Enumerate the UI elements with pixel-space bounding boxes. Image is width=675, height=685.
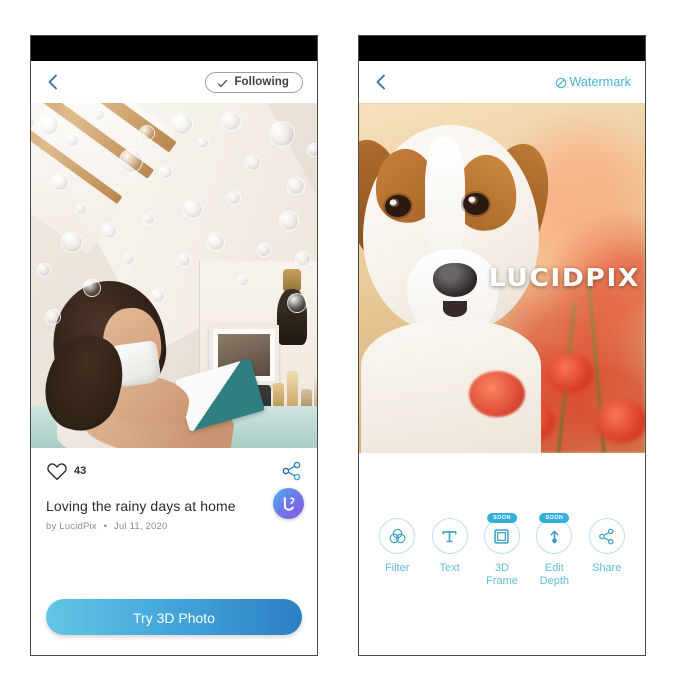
bubble [123,253,135,265]
soon-badge: SOON [487,513,517,523]
photo-poppy-front [469,371,525,417]
bubble [39,115,59,135]
tool-3d-frame[interactable]: SOON 3D Frame [476,513,528,587]
bubble [37,263,51,277]
depth-arrow-icon [545,527,564,546]
feed-nav-bar: Following [31,61,317,103]
watermark-toggle-button[interactable]: Watermark [555,75,631,89]
tool-label: Edit Depth [540,562,569,587]
photo-dog-blaze [425,137,465,257]
tool-label: 3D Frame [486,562,518,587]
bubble [171,113,193,135]
tool-label: Text [439,562,460,574]
feed-phone-frame: Following 43 Loving the rainy days at ho… [30,35,318,656]
frame-icon [492,527,511,546]
tool-label: Filter [384,562,410,574]
like-count: 43 [74,465,87,477]
photo-dog-mouth [443,301,467,317]
soon-badge: SOON [539,513,570,523]
photo-poppy [595,399,645,443]
bubble [143,213,155,225]
bubble [183,199,203,219]
status-bar [31,36,317,61]
feed-photo[interactable] [31,103,317,448]
bubble [93,109,105,121]
tool-filter[interactable]: Filter [371,518,423,575]
post-byline: by LucidPix • Jul 11, 2020 [46,521,302,532]
bubble [221,111,241,131]
byline-prefix: by [46,521,57,532]
bubble [177,253,191,267]
bubble [65,133,79,147]
following-button[interactable]: Following [205,71,303,93]
tool-icon-circle[interactable]: SOON [536,513,573,554]
bubble [237,275,249,287]
lucidpix-logo-icon[interactable] [273,488,304,519]
filter-rings-icon [388,527,407,546]
like-control[interactable]: 43 [46,461,86,481]
bubble [75,203,87,215]
heart-outline-icon [47,463,67,481]
post-action-row: 43 [46,461,302,481]
tool-share[interactable]: Share [581,518,633,575]
watermark-label: Watermark [569,75,631,89]
byline-author[interactable]: LucidPix [59,521,97,532]
photo-bottles [271,355,317,413]
following-button-label: Following [234,75,289,88]
bubble [139,125,155,141]
editor-nav-bar: Watermark [359,61,645,103]
tool-label: Share [592,562,622,574]
bubble [83,279,101,297]
photo-poppy [547,353,593,393]
post-meta: 43 Loving the rainy days at home by Luci… [31,448,317,532]
chevron-left-icon[interactable] [45,74,61,90]
bubble [287,177,305,195]
editor-phone-frame: Watermark LUCIDPIX Filter Text SOON 3D F… [358,35,646,656]
bubble [101,223,117,239]
tool-text[interactable]: Text [424,518,476,575]
bubble [227,191,241,205]
text-tool-icon [440,527,459,546]
chevron-left-icon[interactable] [373,74,389,90]
bubble [151,289,165,303]
tool-icon-circle[interactable] [588,518,625,554]
bubble [207,233,225,251]
photo-watermark-text: LUCIDPIX [488,263,640,292]
share-nodes-icon[interactable] [282,461,302,481]
bubble [245,155,261,171]
cta-area: Try 3D Photo [31,599,317,635]
tool-edit-depth[interactable]: SOON Edit Depth [528,513,580,587]
photo-dog-nose [433,263,477,297]
byline-separator: • [103,521,108,532]
tool-icon-circle[interactable] [379,518,416,554]
tool-label-line: Depth [539,574,570,587]
editor-photo[interactable]: LUCIDPIX [359,103,645,453]
screenshot-stage: Following 43 Loving the rainy days at ho… [0,0,675,685]
bubble [287,293,307,313]
bubble [45,309,61,325]
bubble [257,243,271,257]
share-nodes-icon [597,527,616,546]
tool-label-line: Frame [486,574,518,587]
bubble [61,231,83,253]
try-3d-photo-button[interactable]: Try 3D Photo [46,599,302,635]
byline-date: Jul 11, 2020 [114,521,168,532]
status-bar [359,36,645,61]
bubble [159,165,173,179]
editor-toolbar: Filter Text SOON 3D Frame SOON Edit Depth Share [359,513,645,587]
bubble [279,211,299,231]
no-watermark-icon [555,76,567,89]
bubble [269,121,295,147]
bubble [295,251,311,267]
bubble [119,149,143,173]
tool-label-line: Edit [544,562,564,574]
tool-icon-circle[interactable] [431,518,468,554]
tool-label-line: 3D [494,562,509,574]
bubble [307,143,317,157]
tool-icon-circle[interactable]: SOON [483,513,520,554]
post-caption: Loving the rainy days at home [46,498,236,514]
bubble [197,137,209,149]
bubble [51,173,69,191]
check-icon [217,76,228,88]
